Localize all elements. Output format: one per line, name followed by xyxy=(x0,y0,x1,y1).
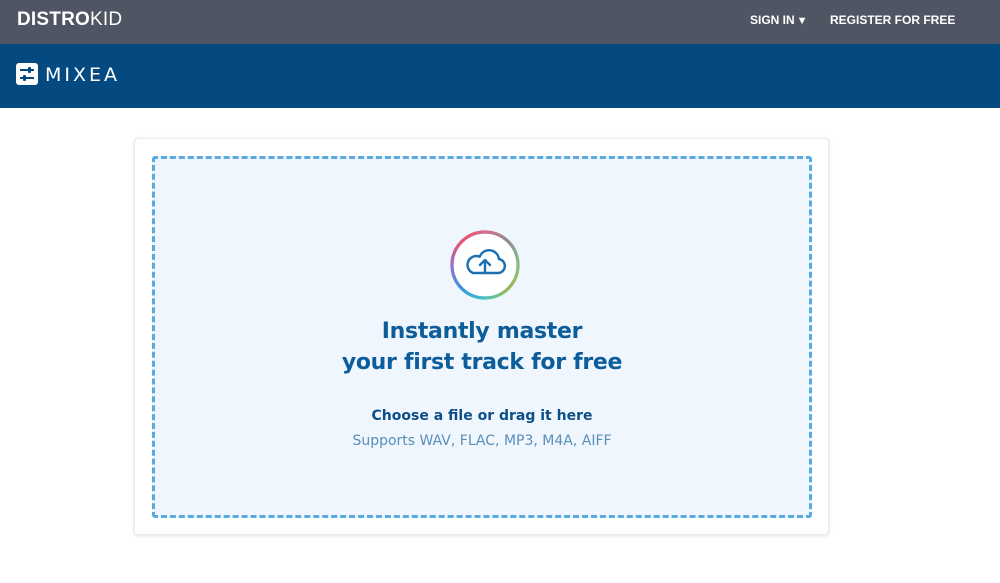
choose-file-text[interactable]: Choose a file or drag it here xyxy=(155,407,809,425)
file-dropzone[interactable]: Instantly master your first track for fr… xyxy=(152,156,812,518)
sign-in-label: SIGN IN xyxy=(750,13,795,27)
supported-formats-text: Supports WAV, FLAC, MP3, M4A, AIFF xyxy=(352,433,612,449)
distrokid-logo[interactable]: DISTROKID xyxy=(17,10,122,30)
cloud-upload-icon xyxy=(450,230,520,300)
register-link[interactable]: REGISTER FOR FREE xyxy=(830,13,955,27)
mixea-header: MIXEA xyxy=(0,44,1000,108)
mixea-wordmark[interactable]: MIXEA xyxy=(45,64,120,86)
caret-down-icon: ▼ xyxy=(796,15,808,27)
headline-line-2: your first track for free xyxy=(341,350,623,375)
brand-bold-text: DISTRO xyxy=(17,9,90,30)
headline-line-1: Instantly master xyxy=(381,319,583,344)
sliders-icon[interactable] xyxy=(16,63,38,85)
brand-light-text: KID xyxy=(89,9,123,30)
distrokid-top-bar: DISTROKID SIGN IN ▼ REGISTER FOR FREE xyxy=(0,0,1000,44)
upload-card: Instantly master your first track for fr… xyxy=(134,138,829,535)
sign-in-link[interactable]: SIGN IN ▼ xyxy=(750,13,808,28)
